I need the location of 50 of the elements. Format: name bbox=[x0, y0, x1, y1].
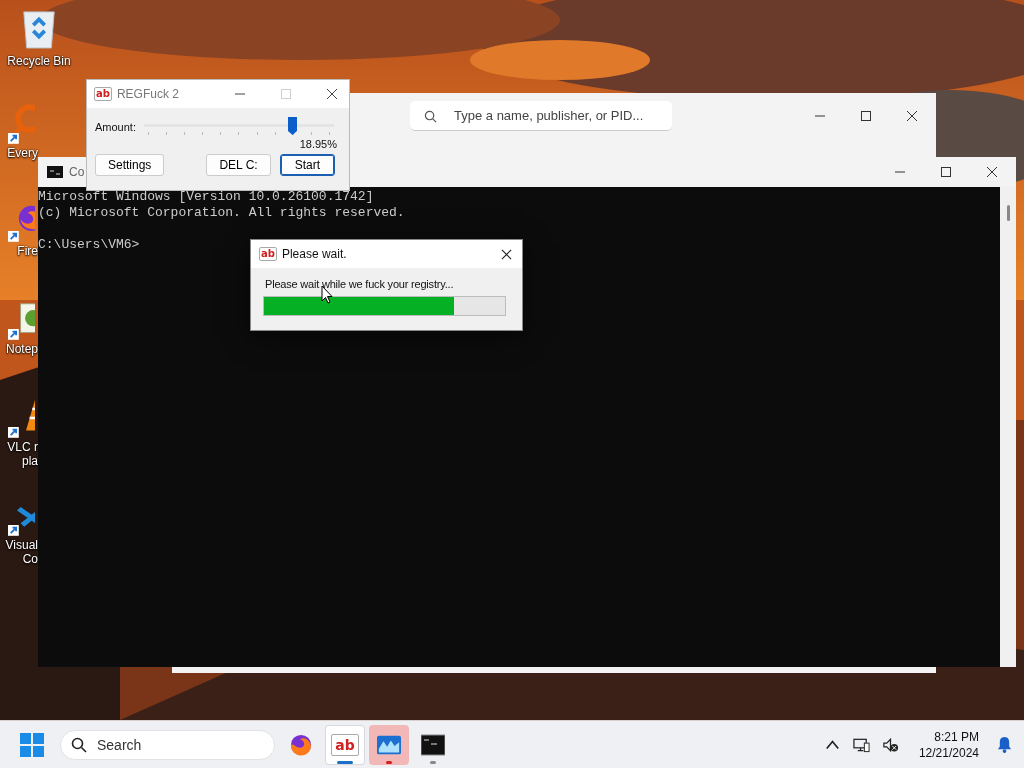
close-icon[interactable] bbox=[906, 110, 918, 122]
amount-reading: 18.95% bbox=[299, 138, 337, 150]
desktop-icon-label: Visual bbox=[5, 538, 38, 552]
close-icon[interactable] bbox=[326, 88, 338, 100]
bell-icon[interactable] bbox=[997, 736, 1012, 753]
close-icon[interactable] bbox=[501, 248, 512, 260]
taskbar-app-button[interactable]: ab bbox=[325, 724, 365, 765]
flame-globe-icon bbox=[289, 733, 313, 756]
speaker-muted-icon[interactable] bbox=[881, 736, 899, 753]
maximize-icon[interactable] bbox=[940, 166, 952, 178]
clock-date[interactable]: 12/21/2024 bbox=[918, 744, 979, 761]
slider-thumb[interactable] bbox=[287, 116, 299, 136]
console-output-line: (c) Microsoft Corporation. All rights reserved. bbox=[38, 205, 406, 221]
dialog-button[interactable]: DEL C: bbox=[206, 154, 271, 176]
windows-logo-icon[interactable] bbox=[20, 732, 44, 757]
desktop-icon-label: Recycle Bin bbox=[7, 54, 71, 68]
ring-icon[interactable] bbox=[8, 104, 35, 144]
desktop-icon-label: Fire bbox=[17, 244, 38, 258]
search-icon bbox=[424, 110, 437, 123]
chart-window-icon bbox=[377, 733, 401, 756]
maximize-icon[interactable] bbox=[860, 110, 872, 122]
app-icon: ab bbox=[259, 247, 277, 261]
scrollbar-thumb[interactable] bbox=[1006, 205, 1010, 221]
console-output-line: Microsoft Windows [Version 10.0.26100.1742] bbox=[38, 189, 375, 205]
app-icon: ab bbox=[331, 733, 359, 756]
desktop-icon-label: Co bbox=[22, 552, 38, 566]
dialog-button[interactable]: Settings bbox=[95, 154, 165, 176]
search-field[interactable]: Type a name, publisher, or PID... bbox=[410, 101, 672, 131]
desktop-icon-label: VLC r bbox=[7, 440, 38, 454]
desktop-icon-label: pla bbox=[22, 454, 38, 468]
app-icon: ab bbox=[94, 87, 112, 101]
console-icon bbox=[421, 733, 445, 756]
window-title: REGFuck 2 bbox=[116, 87, 179, 101]
dialog-button[interactable]: Start bbox=[279, 154, 335, 176]
progress-message: Please wait while we fuck your registry... bbox=[264, 277, 455, 290]
search-icon bbox=[71, 736, 87, 753]
taskbar-search-field[interactable]: Search bbox=[60, 729, 275, 760]
desktop-icon-label: Every bbox=[7, 146, 38, 160]
console-icon bbox=[47, 166, 63, 178]
clock-time[interactable]: 8:21 PM bbox=[934, 728, 979, 745]
window-title: Co bbox=[69, 165, 85, 179]
running-indicator bbox=[430, 760, 436, 764]
running-indicator bbox=[337, 760, 353, 764]
amount-slider[interactable] bbox=[143, 116, 334, 138]
amount-label: Amount: bbox=[95, 121, 136, 133]
dialog-title: Please wait. bbox=[281, 247, 347, 261]
close-icon[interactable] bbox=[986, 166, 998, 178]
desktop-icon-label: Notep bbox=[5, 342, 38, 356]
running-indicator bbox=[386, 760, 392, 764]
monitor-icon[interactable] bbox=[852, 736, 870, 753]
